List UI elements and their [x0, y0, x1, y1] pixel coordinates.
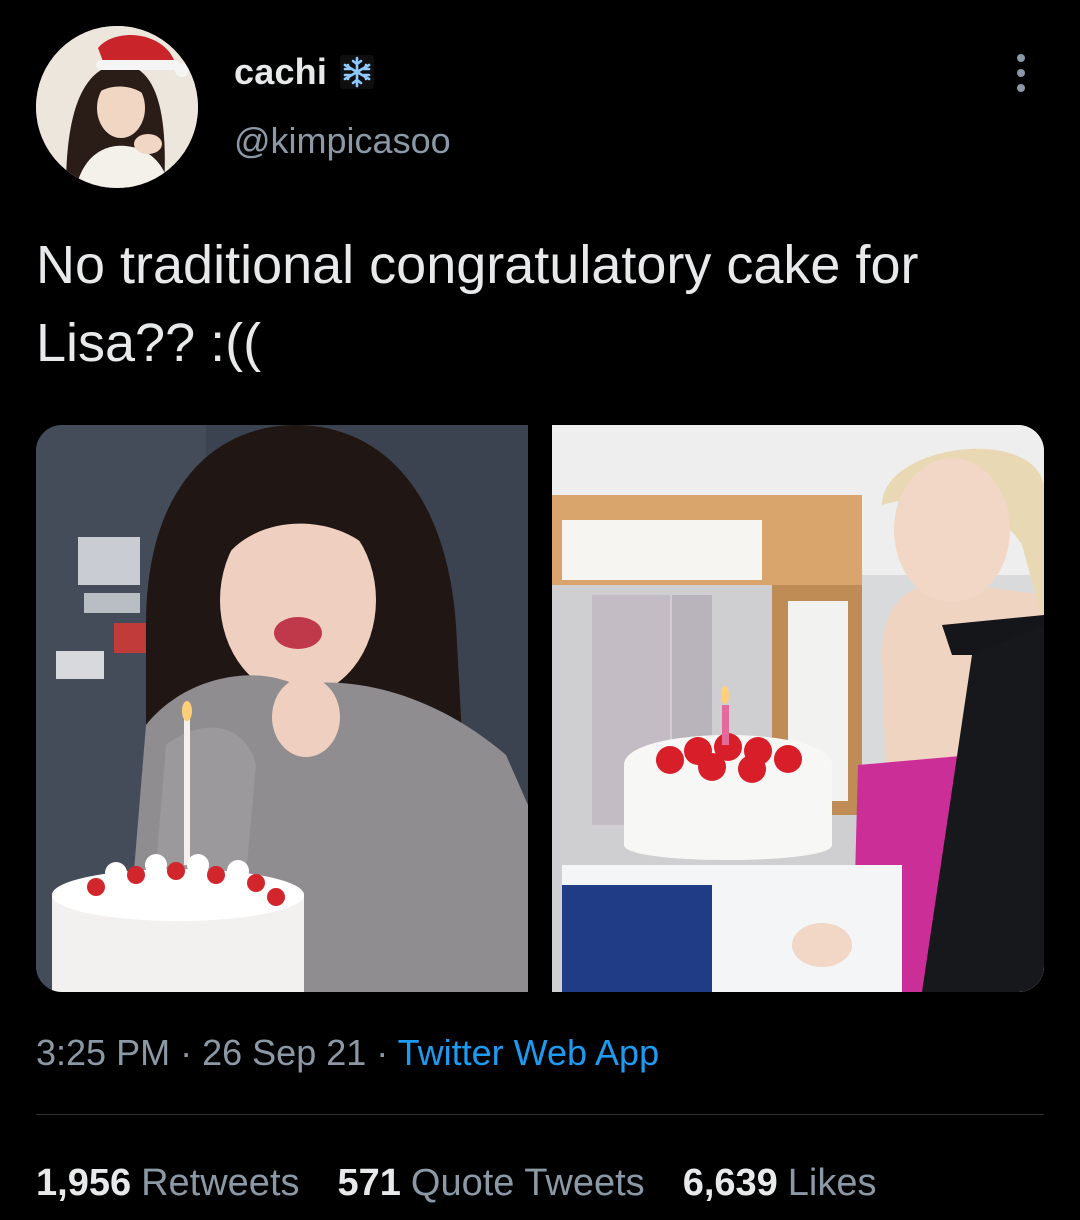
author-name-row[interactable]: cachi: [234, 50, 375, 94]
likes-label: Likes: [787, 1162, 877, 1204]
quote-tweets-count: 571: [337, 1162, 401, 1204]
tweet-date[interactable]: 26 Sep 21: [202, 1032, 366, 1073]
tweet-stats: 1,956 Retweets 571 Quote Tweets 6,639 Likes: [36, 1162, 915, 1205]
more-dot-icon: [1017, 84, 1025, 92]
tweet-photo-1[interactable]: [36, 425, 528, 992]
author-handle[interactable]: @kimpicasoo: [234, 120, 451, 162]
likes-count: 6,639: [682, 1162, 778, 1204]
tweet-source-link[interactable]: Twitter Web App: [398, 1032, 659, 1073]
likes-stat[interactable]: 6,639 Likes: [683, 1162, 877, 1205]
meta-separator: ·: [180, 1032, 193, 1073]
tweet-photo-2[interactable]: [552, 425, 1044, 992]
tweet-time[interactable]: 3:25 PM: [36, 1032, 170, 1073]
more-dot-icon: [1017, 54, 1025, 62]
meta-separator: ·: [376, 1032, 389, 1073]
retweets-count: 1,956: [36, 1162, 132, 1204]
more-dot-icon: [1017, 69, 1025, 77]
quote-tweets-label: Quote Tweets: [410, 1162, 645, 1204]
divider: [36, 1114, 1044, 1115]
more-options-button[interactable]: [1004, 50, 1038, 96]
retweets-stat[interactable]: 1,956 Retweets: [36, 1162, 300, 1205]
quote-tweets-stat[interactable]: 571 Quote Tweets: [338, 1162, 645, 1205]
snowflake-icon: [339, 54, 375, 90]
tweet-media: [36, 425, 1044, 992]
author-avatar[interactable]: [36, 26, 198, 188]
tweet-text: No traditional congratulatory cake for L…: [36, 235, 919, 373]
retweets-label: Retweets: [141, 1162, 300, 1204]
tweet-meta: 3:25 PM · 26 Sep 21 · Twitter Web App: [36, 1032, 659, 1074]
author-display-name[interactable]: cachi: [234, 51, 327, 93]
